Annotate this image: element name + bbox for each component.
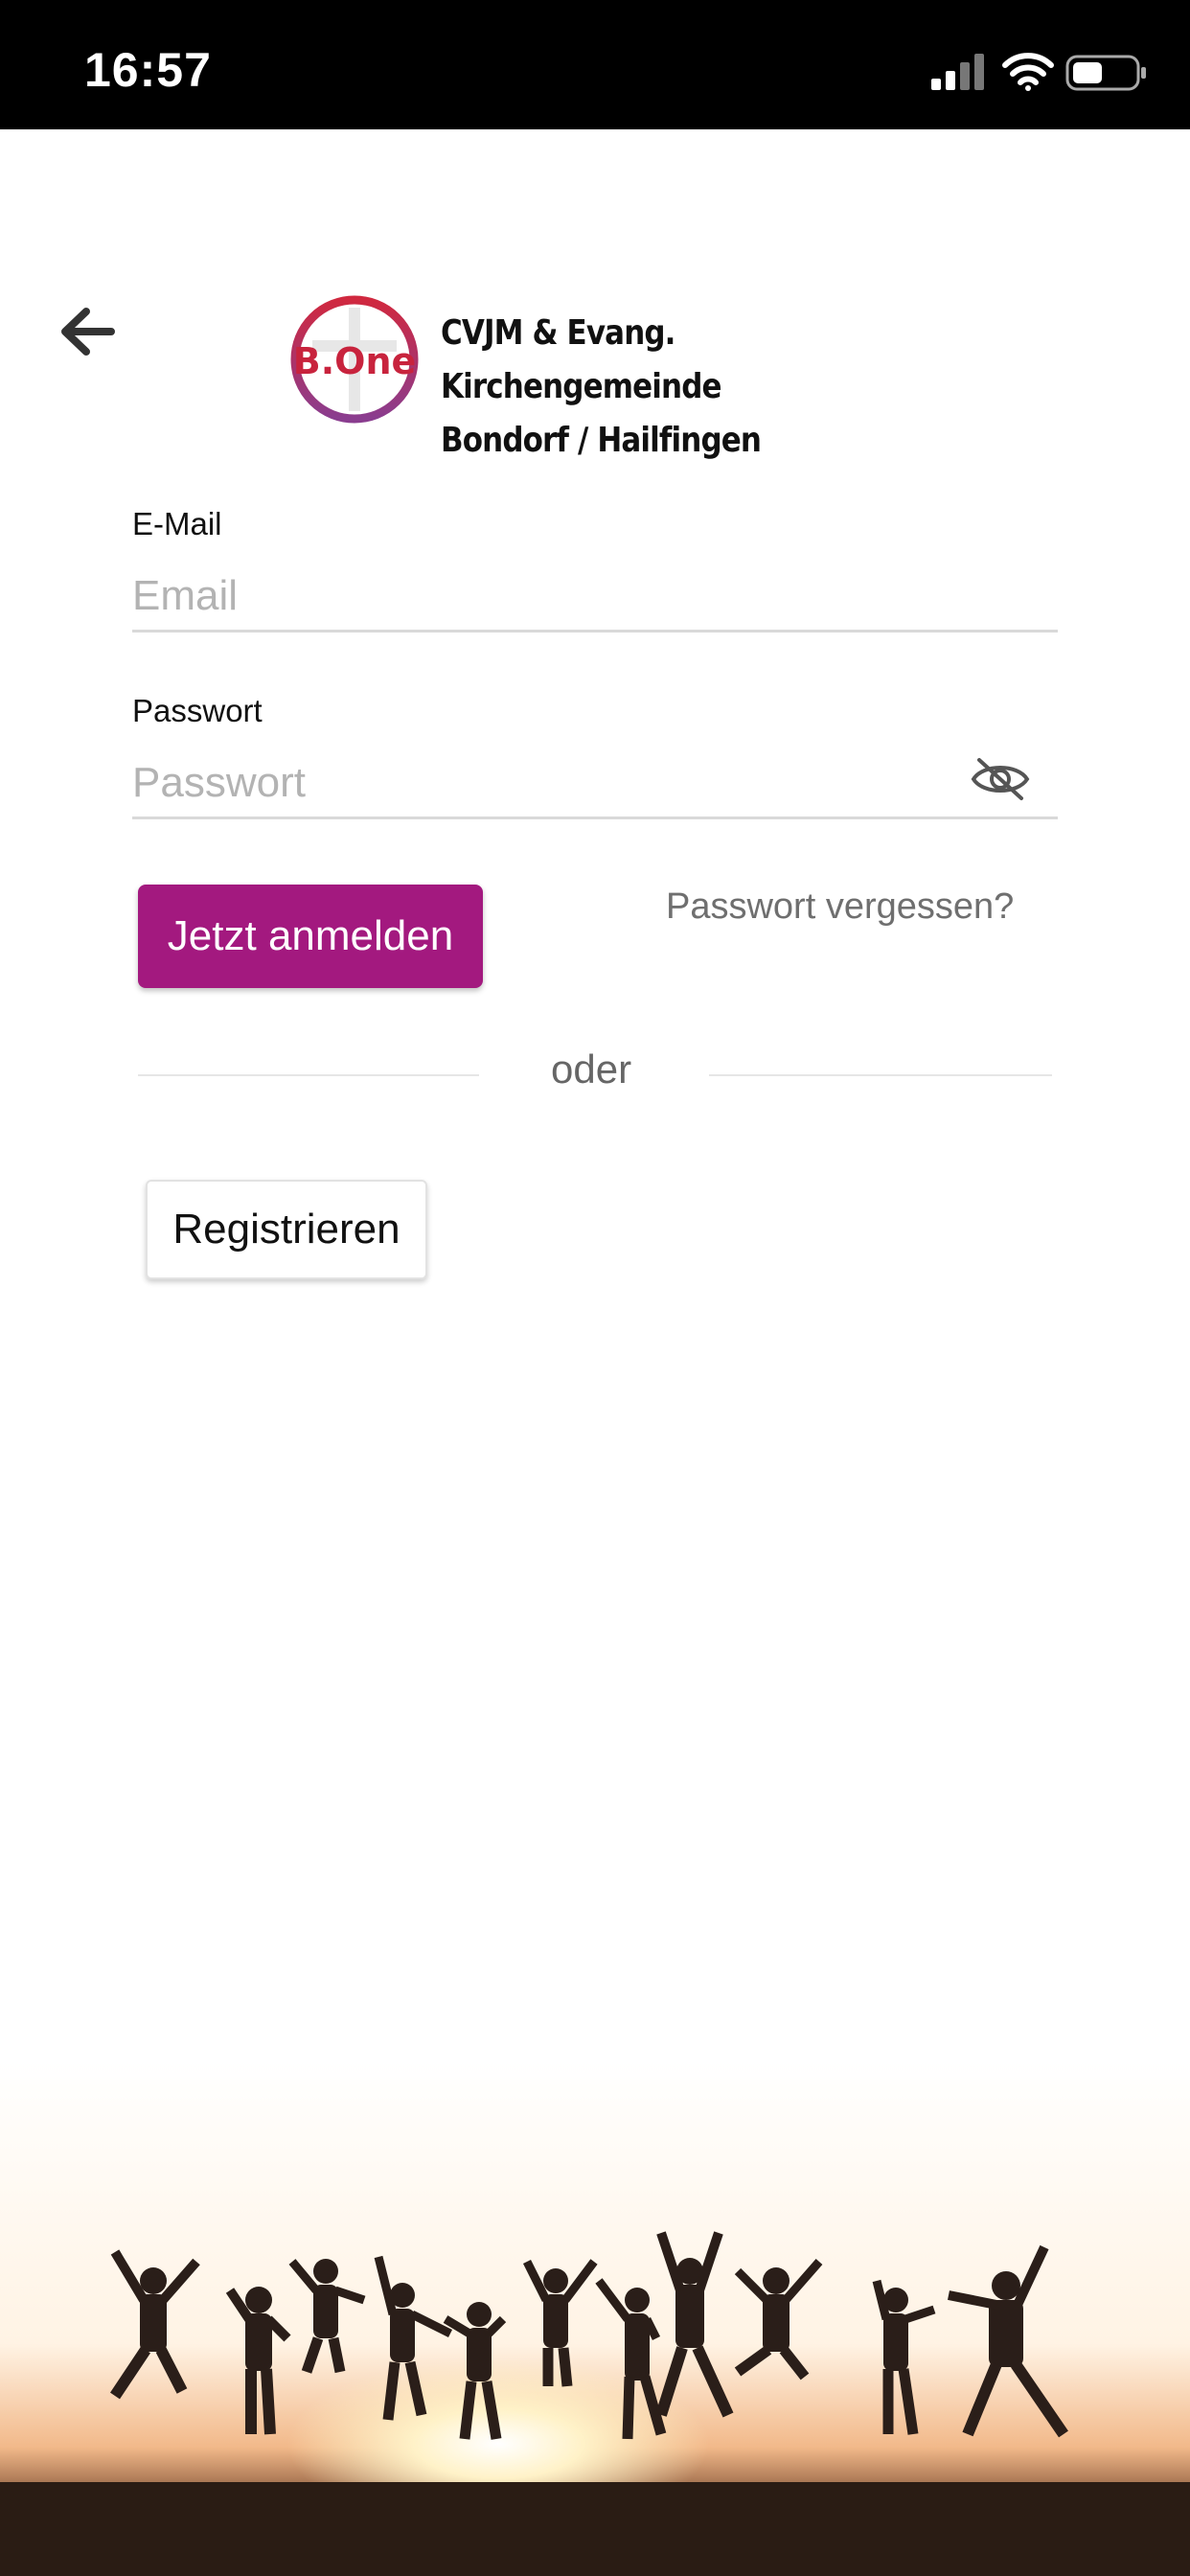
password-input[interactable] — [132, 749, 1058, 819]
logo-text: B.One — [293, 340, 417, 382]
org-name-line-1: CVJM & Evang. Kirchengemeinde — [441, 313, 722, 406]
status-time: 16:57 — [84, 43, 212, 97]
divider-line-right — [709, 1074, 1052, 1076]
register-button[interactable]: Registrieren — [146, 1180, 427, 1279]
password-label: Passwort — [132, 693, 263, 728]
divider-line-left — [138, 1074, 479, 1076]
wifi-icon — [1002, 53, 1054, 91]
battery-icon — [1065, 55, 1146, 91]
org-name: CVJM & Evang. Kirchengemeinde Bondorf / … — [441, 307, 935, 468]
status-bar: 16:57 — [0, 0, 1190, 129]
eye-off-icon[interactable] — [970, 752, 1031, 806]
cellular-signal-icon — [931, 54, 984, 90]
org-name-line-2: Bondorf / Hailfingen — [441, 421, 762, 460]
login-button[interactable]: Jetzt anmelden — [138, 885, 483, 988]
divider-text: oder — [551, 1046, 632, 1092]
email-input[interactable] — [132, 563, 1058, 632]
arrow-left-icon[interactable] — [57, 302, 117, 361]
org-logo: B.One — [287, 292, 422, 426]
b-one-logo: B.One — [290, 295, 419, 424]
background-image-jumping-people — [0, 2060, 1190, 2576]
forgot-password-link[interactable]: Passwort vergessen? — [666, 886, 1014, 928]
email-label: E-Mail — [132, 506, 222, 541]
